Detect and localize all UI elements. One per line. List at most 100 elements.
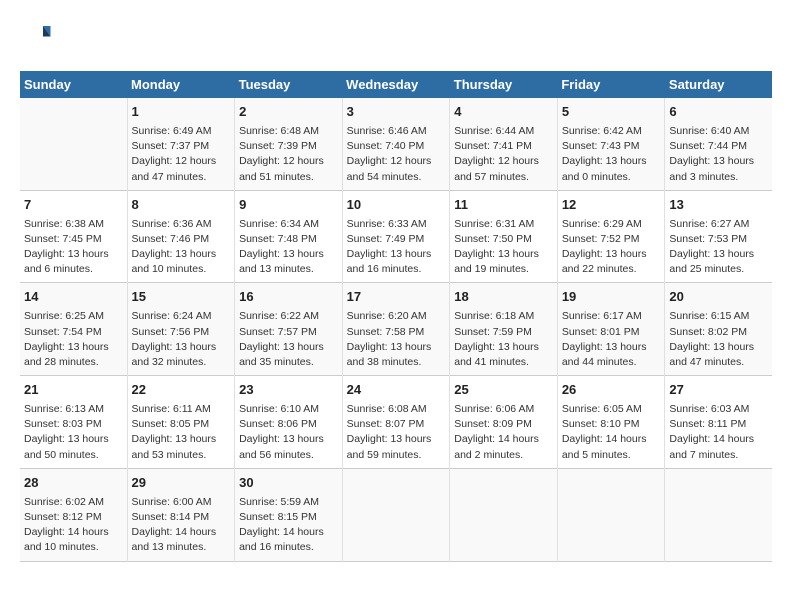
calendar-cell: 25 Sunrise: 6:06 AM Sunset: 8:09 PM Dayli… bbox=[450, 376, 558, 469]
calendar-cell: 23 Sunrise: 6:10 AM Sunset: 8:06 PM Dayli… bbox=[235, 376, 343, 469]
day-number: 19 bbox=[562, 288, 661, 307]
day-number: 15 bbox=[132, 288, 231, 307]
header-thursday: Thursday bbox=[450, 71, 558, 98]
calendar-cell: 26 Sunrise: 6:05 AM Sunset: 8:10 PM Dayli… bbox=[557, 376, 665, 469]
day-number: 21 bbox=[24, 381, 123, 400]
day-number: 22 bbox=[132, 381, 231, 400]
day-number: 13 bbox=[669, 196, 768, 215]
day-number: 12 bbox=[562, 196, 661, 215]
calendar-cell: 17 Sunrise: 6:20 AM Sunset: 7:58 PM Dayli… bbox=[342, 283, 450, 376]
cell-content: Sunrise: 6:24 AM Sunset: 7:56 PM Dayligh… bbox=[132, 309, 231, 370]
calendar-cell: 13 Sunrise: 6:27 AM Sunset: 7:53 PM Dayli… bbox=[665, 190, 772, 283]
calendar-cell bbox=[450, 468, 558, 561]
cell-content: Sunrise: 6:36 AM Sunset: 7:46 PM Dayligh… bbox=[132, 217, 231, 278]
calendar-cell: 10 Sunrise: 6:33 AM Sunset: 7:49 PM Dayli… bbox=[342, 190, 450, 283]
day-number: 2 bbox=[239, 103, 338, 122]
day-number: 17 bbox=[347, 288, 446, 307]
day-number: 16 bbox=[239, 288, 338, 307]
calendar-cell: 27 Sunrise: 6:03 AM Sunset: 8:11 PM Dayli… bbox=[665, 376, 772, 469]
calendar-cell: 22 Sunrise: 6:11 AM Sunset: 8:05 PM Dayli… bbox=[127, 376, 235, 469]
calendar-cell: 4 Sunrise: 6:44 AM Sunset: 7:41 PM Daylig… bbox=[450, 98, 558, 190]
header-wednesday: Wednesday bbox=[342, 71, 450, 98]
day-number: 1 bbox=[132, 103, 231, 122]
day-number: 29 bbox=[132, 474, 231, 493]
calendar-cell: 1 Sunrise: 6:49 AM Sunset: 7:37 PM Daylig… bbox=[127, 98, 235, 190]
header-friday: Friday bbox=[557, 71, 665, 98]
calendar-cell: 5 Sunrise: 6:42 AM Sunset: 7:43 PM Daylig… bbox=[557, 98, 665, 190]
cell-content: Sunrise: 5:59 AM Sunset: 8:15 PM Dayligh… bbox=[239, 495, 338, 556]
cell-content: Sunrise: 6:20 AM Sunset: 7:58 PM Dayligh… bbox=[347, 309, 446, 370]
day-number: 10 bbox=[347, 196, 446, 215]
cell-content: Sunrise: 6:34 AM Sunset: 7:48 PM Dayligh… bbox=[239, 217, 338, 278]
cell-content: Sunrise: 6:06 AM Sunset: 8:09 PM Dayligh… bbox=[454, 402, 553, 463]
cell-content: Sunrise: 6:15 AM Sunset: 8:02 PM Dayligh… bbox=[669, 309, 768, 370]
calendar-cell: 12 Sunrise: 6:29 AM Sunset: 7:52 PM Dayli… bbox=[557, 190, 665, 283]
cell-content: Sunrise: 6:17 AM Sunset: 8:01 PM Dayligh… bbox=[562, 309, 661, 370]
cell-content: Sunrise: 6:05 AM Sunset: 8:10 PM Dayligh… bbox=[562, 402, 661, 463]
calendar-cell: 16Sunrise: 6:22 AM Sunset: 7:57 PM Dayli… bbox=[235, 283, 343, 376]
table-row: 28 Sunrise: 6:02 AM Sunset: 8:12 PM Dayli… bbox=[20, 468, 772, 561]
calendar-cell: 9 Sunrise: 6:34 AM Sunset: 7:48 PM Daylig… bbox=[235, 190, 343, 283]
calendar-cell bbox=[557, 468, 665, 561]
calendar-cell: 15 Sunrise: 6:24 AM Sunset: 7:56 PM Dayli… bbox=[127, 283, 235, 376]
cell-content: Sunrise: 6:44 AM Sunset: 7:41 PM Dayligh… bbox=[454, 124, 553, 185]
day-number: 20 bbox=[669, 288, 768, 307]
day-number: 6 bbox=[669, 103, 768, 122]
calendar-cell: 24Sunrise: 6:08 AM Sunset: 8:07 PM Dayli… bbox=[342, 376, 450, 469]
cell-content: Sunrise: 6:49 AM Sunset: 7:37 PM Dayligh… bbox=[132, 124, 231, 185]
day-number: 27 bbox=[669, 381, 768, 400]
calendar-cell bbox=[665, 468, 772, 561]
calendar-cell: 29Sunrise: 6:00 AM Sunset: 8:14 PM Dayli… bbox=[127, 468, 235, 561]
cell-content: Sunrise: 6:11 AM Sunset: 8:05 PM Dayligh… bbox=[132, 402, 231, 463]
calendar-cell: 18 Sunrise: 6:18 AM Sunset: 7:59 PM Dayli… bbox=[450, 283, 558, 376]
logo-icon bbox=[22, 20, 52, 50]
day-number: 5 bbox=[562, 103, 661, 122]
calendar-table: SundayMondayTuesdayWednesdayThursdayFrid… bbox=[20, 71, 772, 562]
day-number: 30 bbox=[239, 474, 338, 493]
calendar-cell: 14 Sunrise: 6:25 AM Sunset: 7:54 PM Dayli… bbox=[20, 283, 127, 376]
calendar-cell: 11 Sunrise: 6:31 AM Sunset: 7:50 PM Dayli… bbox=[450, 190, 558, 283]
cell-content: Sunrise: 6:13 AM Sunset: 8:03 PM Dayligh… bbox=[24, 402, 123, 463]
cell-content: Sunrise: 6:38 AM Sunset: 7:45 PM Dayligh… bbox=[24, 217, 123, 278]
header-saturday: Saturday bbox=[665, 71, 772, 98]
day-number: 8 bbox=[132, 196, 231, 215]
day-number: 18 bbox=[454, 288, 553, 307]
cell-content: Sunrise: 6:31 AM Sunset: 7:50 PM Dayligh… bbox=[454, 217, 553, 278]
cell-content: Sunrise: 6:48 AM Sunset: 7:39 PM Dayligh… bbox=[239, 124, 338, 185]
cell-content: Sunrise: 6:27 AM Sunset: 7:53 PM Dayligh… bbox=[669, 217, 768, 278]
day-number: 26 bbox=[562, 381, 661, 400]
cell-content: Sunrise: 6:33 AM Sunset: 7:49 PM Dayligh… bbox=[347, 217, 446, 278]
page-header bbox=[20, 20, 772, 55]
cell-content: Sunrise: 6:46 AM Sunset: 7:40 PM Dayligh… bbox=[347, 124, 446, 185]
day-number: 28 bbox=[24, 474, 123, 493]
day-number: 11 bbox=[454, 196, 553, 215]
day-number: 9 bbox=[239, 196, 338, 215]
table-row: 7 Sunrise: 6:38 AM Sunset: 7:45 PM Daylig… bbox=[20, 190, 772, 283]
calendar-cell: 19 Sunrise: 6:17 AM Sunset: 8:01 PM Dayli… bbox=[557, 283, 665, 376]
header-monday: Monday bbox=[127, 71, 235, 98]
cell-content: Sunrise: 6:29 AM Sunset: 7:52 PM Dayligh… bbox=[562, 217, 661, 278]
table-row: 21 Sunrise: 6:13 AM Sunset: 8:03 PM Dayli… bbox=[20, 376, 772, 469]
cell-content: Sunrise: 6:25 AM Sunset: 7:54 PM Dayligh… bbox=[24, 309, 123, 370]
cell-content: Sunrise: 6:08 AM Sunset: 8:07 PM Dayligh… bbox=[347, 402, 446, 463]
table-row: 1 Sunrise: 6:49 AM Sunset: 7:37 PM Daylig… bbox=[20, 98, 772, 190]
calendar-cell: 3 Sunrise: 6:46 AM Sunset: 7:40 PM Daylig… bbox=[342, 98, 450, 190]
day-number: 25 bbox=[454, 381, 553, 400]
day-number: 3 bbox=[347, 103, 446, 122]
header-sunday: Sunday bbox=[20, 71, 127, 98]
cell-content: Sunrise: 6:02 AM Sunset: 8:12 PM Dayligh… bbox=[24, 495, 123, 556]
calendar-cell: 28 Sunrise: 6:02 AM Sunset: 8:12 PM Dayli… bbox=[20, 468, 127, 561]
cell-content: Sunrise: 6:42 AM Sunset: 7:43 PM Dayligh… bbox=[562, 124, 661, 185]
table-row: 14 Sunrise: 6:25 AM Sunset: 7:54 PM Dayli… bbox=[20, 283, 772, 376]
cell-content: Sunrise: 6:18 AM Sunset: 7:59 PM Dayligh… bbox=[454, 309, 553, 370]
calendar-cell: 6 Sunrise: 6:40 AM Sunset: 7:44 PM Daylig… bbox=[665, 98, 772, 190]
day-number: 14 bbox=[24, 288, 123, 307]
cell-content: Sunrise: 6:40 AM Sunset: 7:44 PM Dayligh… bbox=[669, 124, 768, 185]
logo bbox=[20, 20, 56, 55]
day-number: 23 bbox=[239, 381, 338, 400]
day-number: 7 bbox=[24, 196, 123, 215]
cell-content: Sunrise: 6:10 AM Sunset: 8:06 PM Dayligh… bbox=[239, 402, 338, 463]
day-number: 4 bbox=[454, 103, 553, 122]
cell-content: Sunrise: 6:03 AM Sunset: 8:11 PM Dayligh… bbox=[669, 402, 768, 463]
table-header-row: SundayMondayTuesdayWednesdayThursdayFrid… bbox=[20, 71, 772, 98]
